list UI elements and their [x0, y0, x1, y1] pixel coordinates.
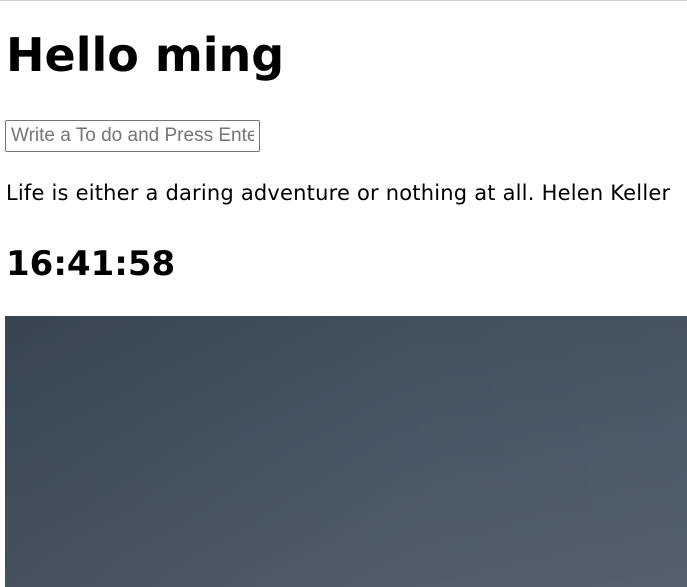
- background-image: [5, 316, 687, 587]
- todo-input[interactable]: [5, 120, 260, 152]
- quote-text: Life is either a daring adventure or not…: [6, 181, 535, 205]
- quote: Life is either a daring adventure or not…: [6, 179, 670, 207]
- clock: 16:41:58: [6, 244, 176, 284]
- greeting-title: Hello ming: [6, 28, 285, 82]
- todo-form: [5, 120, 260, 152]
- window-top-border: [0, 0, 687, 1]
- quote-author: Helen Keller: [541, 181, 671, 205]
